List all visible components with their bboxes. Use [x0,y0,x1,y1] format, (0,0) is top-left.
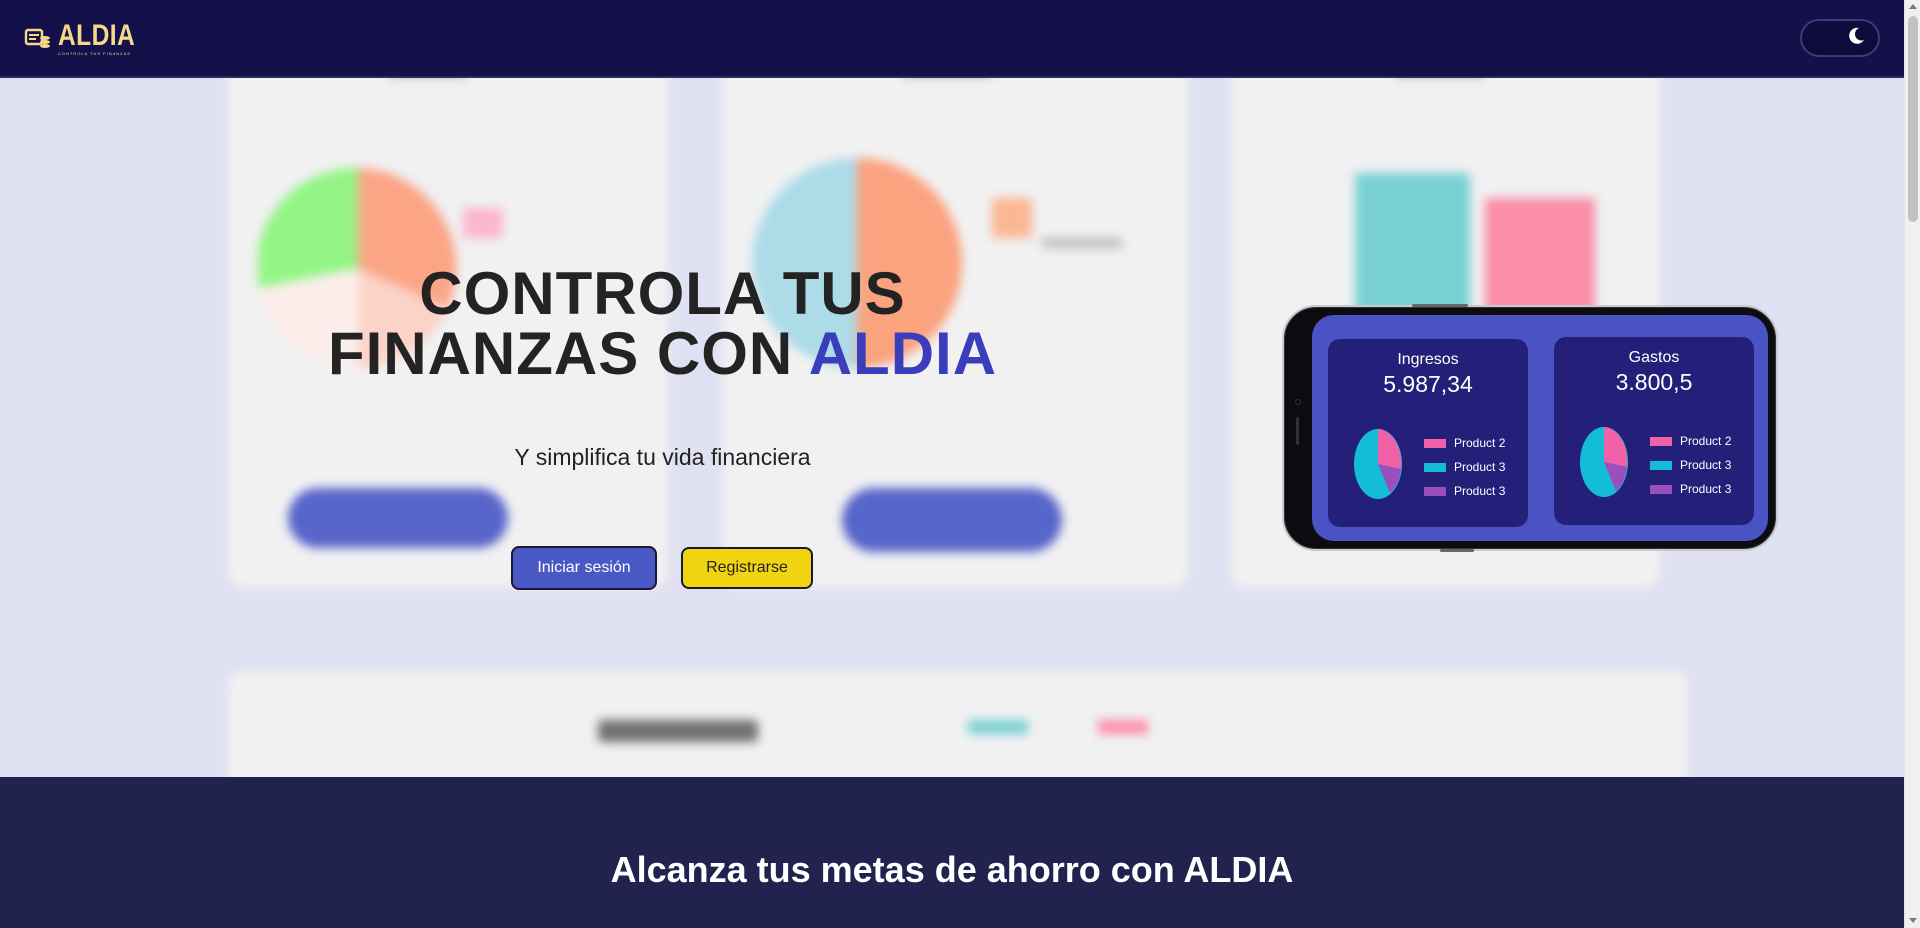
navbar: ALDIA CONTROLA TUS FINANZAS [0,0,1904,78]
scrollbar[interactable] [1904,0,1920,928]
legend-item: Product 3 [1424,479,1505,503]
phone-screen: Ingresos 5.987,34 Product 2 Product 3 Pr… [1312,315,1768,541]
coins-icon [24,24,52,52]
logo[interactable]: ALDIA CONTROLA TUS FINANZAS [24,18,152,56]
expenses-panel: Gastos 3.800,5 Product 2 Product 3 Produ… [1554,337,1754,525]
legend-item: Product 3 [1424,455,1505,479]
login-button[interactable]: Iniciar sesión [511,546,657,590]
scroll-down-arrow-icon[interactable] [1909,918,1917,923]
hero-title-line2: FINANZAS CON [327,320,794,387]
hero-title-line1: CONTROLA TUS [419,260,906,327]
income-panel: Ingresos 5.987,34 Product 2 Product 3 Pr… [1328,339,1528,527]
income-value: 5.987,34 [1383,371,1473,397]
hero-title: CONTROLA TUS FINANZAS CON ALDIA [290,264,1035,384]
scroll-up-arrow-icon[interactable] [1909,4,1917,9]
hero-title-accent: ALDIA [808,320,998,387]
camera-icon [1295,399,1301,405]
speaker-icon [1296,417,1299,445]
register-button[interactable]: Registrarse [681,547,813,589]
logo-tagline: CONTROLA TUS FINANZAS [58,50,131,56]
income-title: Ingresos [1397,351,1459,368]
phone-mockup: Ingresos 5.987,34 Product 2 Product 3 Pr… [1282,304,1778,552]
legend-item: Product 3 [1650,477,1731,501]
scroll-thumb[interactable] [1908,16,1918,222]
legend-item: Product 3 [1650,453,1731,477]
expenses-pie-chart [1580,427,1628,497]
theme-toggle-button[interactable] [1800,19,1880,57]
income-pie-chart [1354,429,1402,499]
savings-title: Alcanza tus metas de ahorro con ALDIA [610,849,1294,890]
expenses-value: 3.800,5 [1615,369,1693,395]
income-legend: Product 2 Product 3 Product 3 [1424,431,1505,503]
moon-icon [1846,26,1866,51]
legend-item: Product 2 [1650,429,1731,453]
expenses-legend: Product 2 Product 3 Product 3 [1650,429,1731,501]
logo-text: ALDIA [58,18,136,52]
expenses-title: Gastos [1628,349,1680,366]
legend-item: Product 2 [1424,431,1505,455]
hero-subtitle: Y simplifica tu vida financiera [514,444,811,470]
